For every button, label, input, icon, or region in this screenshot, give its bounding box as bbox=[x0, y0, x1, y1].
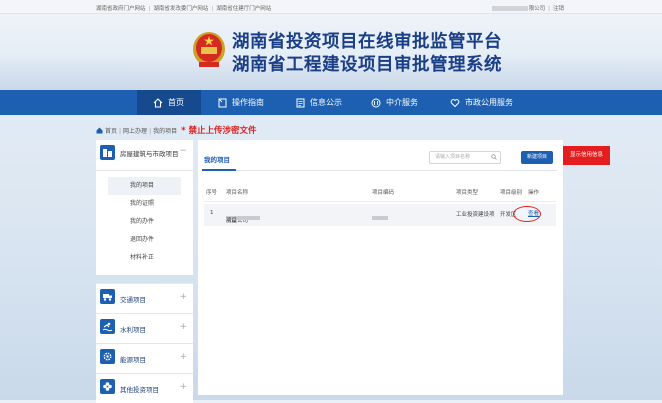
separator: | bbox=[548, 6, 550, 12]
separator: | bbox=[148, 6, 151, 12]
breadcrumb: 首页 | 网上办理 | 我的项目 * 禁止上传涉密文件 bbox=[96, 125, 257, 137]
national-emblem-icon bbox=[193, 32, 225, 67]
main-nav: 首页 操作指南 信息公示 中介服务 市政公用服务 bbox=[0, 90, 662, 115]
portal-link-housing[interactable]: 湖南省住建厅门户网站 bbox=[216, 6, 271, 12]
expand-icon[interactable]: + bbox=[179, 322, 187, 332]
system-title: 湖南省工程建设项目审批管理系统 bbox=[232, 55, 502, 75]
table-header: 序号 项目名称 项目编码 项目类型 项目级别 操作 bbox=[204, 182, 556, 202]
sidebar-group-label: 能源项目 bbox=[120, 356, 146, 364]
project-type: 工业投资建设项 bbox=[456, 212, 495, 218]
highlight-circle bbox=[513, 206, 541, 222]
row-index: 1 bbox=[210, 210, 214, 216]
nav-municipal-label: 市政公用服务 bbox=[465, 98, 513, 107]
top-utility-bar: 湖南省政府门户网站 | 湖南省发改委门户网站 | 湖南省住建厅门户网站 限公司 | 注销 bbox=[0, 0, 662, 14]
column-header: 项目编码 bbox=[372, 190, 395, 196]
sidebar-group-energy[interactable]: 能源项目 + bbox=[96, 343, 193, 373]
tab-divider bbox=[202, 170, 557, 171]
site-header: 湖南省投资项目在线审批监管平台 湖南省工程建设项目审批管理系统 bbox=[0, 14, 662, 90]
table-row: 1 房屋公司项目 217-04-0 工业投资建设项 开发区 查看 bbox=[204, 204, 556, 226]
classified-warning: * 禁止上传涉密文件 bbox=[181, 126, 257, 136]
column-header: 项目级别 bbox=[500, 190, 523, 196]
sidebar-item-material-supplement[interactable]: 材料补正 bbox=[96, 249, 193, 267]
nav-agency[interactable]: 中介服务 bbox=[371, 90, 418, 115]
sidebar-group-other[interactable]: 其他投资项目 + bbox=[96, 373, 193, 403]
separator: | bbox=[149, 128, 152, 135]
breadcrumb-online[interactable]: 网上办理 bbox=[123, 128, 147, 135]
portal-link-drc[interactable]: 湖南省发改委门户网站 bbox=[153, 6, 208, 12]
expand-icon[interactable]: + bbox=[179, 352, 187, 362]
nav-agency-label: 中介服务 bbox=[386, 98, 418, 107]
nav-notice[interactable]: 信息公示 bbox=[296, 90, 342, 115]
flower-icon bbox=[100, 379, 115, 394]
sidebar-group-water[interactable]: 水利项目 + bbox=[96, 313, 193, 343]
gear-icon bbox=[100, 349, 115, 364]
sidebar-group-transport[interactable]: 交通项目 + bbox=[96, 283, 193, 313]
nav-notice-label: 信息公示 bbox=[310, 98, 342, 107]
column-header: 操作 bbox=[528, 190, 540, 196]
sidebar-item-my-projects[interactable]: 我的项目 bbox=[108, 177, 181, 195]
notice-icon bbox=[296, 98, 305, 108]
sidebar-group-building[interactable]: 房屋建筑与市政项目 − bbox=[96, 140, 193, 171]
logout-link[interactable]: 注销 bbox=[553, 6, 564, 12]
user-area: 限公司 | 注销 bbox=[491, 4, 564, 12]
sidebar-submenu: 我的项目 我的证照 我的办件 退回办件 材料补正 bbox=[96, 171, 193, 275]
sidebar-item-my-cases[interactable]: 我的办件 bbox=[96, 213, 193, 231]
company-name: 限公司 bbox=[528, 6, 546, 12]
sidebar-group-label: 房屋建筑与市政项目 bbox=[120, 150, 179, 158]
nav-municipal[interactable]: 市政公用服务 bbox=[450, 90, 513, 115]
search-placeholder: 请输入项目名称 bbox=[435, 154, 471, 160]
sidebar: 房屋建筑与市政项目 − 我的项目 我的证照 我的办件 退回办件 材料补正 交通项… bbox=[96, 140, 193, 403]
project-name-part: 项目 bbox=[226, 218, 238, 224]
guide-icon bbox=[218, 98, 227, 108]
separator: | bbox=[119, 128, 122, 135]
search-icon[interactable] bbox=[491, 154, 497, 165]
portal-link-gov[interactable]: 湖南省政府门户网站 bbox=[96, 6, 146, 12]
tab-active-indicator bbox=[202, 169, 236, 171]
heart-icon bbox=[450, 98, 460, 108]
search-input[interactable]: 请输入项目名称 bbox=[429, 151, 501, 164]
platform-title: 湖南省投资项目在线审批监管平台 bbox=[232, 32, 502, 52]
sidebar-group-label: 其他投资项目 bbox=[120, 386, 159, 394]
show-credit-button[interactable]: 显示信用信息 bbox=[563, 146, 610, 165]
redacted-text bbox=[372, 216, 388, 220]
sidebar-group-label: 交通项目 bbox=[120, 296, 146, 304]
home-icon bbox=[96, 127, 103, 139]
swimmer-icon bbox=[100, 319, 115, 334]
main-panel: 我的项目 请输入项目名称 新建项目 序号 项目名称 项目编码 项目类型 项目级别… bbox=[198, 140, 563, 395]
building-icon bbox=[100, 145, 115, 160]
breadcrumb-current: 我的项目 bbox=[153, 128, 178, 135]
sidebar-item-my-licenses[interactable]: 我的证照 bbox=[96, 195, 193, 213]
home-icon bbox=[153, 97, 163, 108]
sidebar-item-returned-cases[interactable]: 退回办件 bbox=[96, 231, 193, 249]
portal-links: 湖南省政府门户网站 | 湖南省发改委门户网站 | 湖南省住建厅门户网站 bbox=[96, 4, 271, 12]
sidebar-group-label: 水利项目 bbox=[120, 326, 146, 334]
column-header: 项目类型 bbox=[456, 190, 479, 196]
nav-home-label: 首页 bbox=[168, 98, 184, 107]
new-project-button[interactable]: 新建项目 bbox=[521, 151, 553, 164]
tab-my-projects[interactable]: 我的项目 bbox=[204, 154, 230, 164]
nav-guide-label: 操作指南 bbox=[232, 98, 264, 107]
breadcrumb-home[interactable]: 首页 bbox=[105, 128, 117, 135]
agency-icon bbox=[371, 98, 381, 108]
nav-guide[interactable]: 操作指南 bbox=[218, 90, 264, 115]
column-header: 序号 bbox=[206, 190, 218, 196]
expand-icon[interactable]: + bbox=[179, 382, 187, 392]
separator: | bbox=[211, 6, 214, 12]
header-title: 湖南省投资项目在线审批监管平台 湖南省工程建设项目审批管理系统 bbox=[232, 31, 502, 77]
nav-home[interactable]: 首页 bbox=[137, 90, 201, 115]
expand-icon[interactable]: + bbox=[179, 292, 187, 302]
redacted-company-name bbox=[491, 6, 528, 11]
truck-icon bbox=[100, 289, 115, 304]
column-header: 项目名称 bbox=[226, 190, 249, 196]
collapse-icon[interactable]: − bbox=[179, 146, 187, 156]
